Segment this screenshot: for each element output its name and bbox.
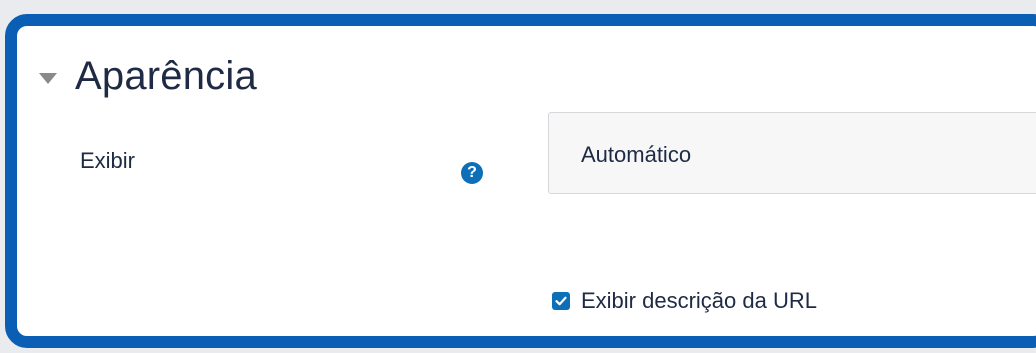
appearance-panel: Aparência Exibir ? Automático Exibir des… [5,14,1036,348]
section-toggle[interactable]: Aparência [39,54,257,99]
display-select-value: Automático [581,142,692,167]
display-field-label: Exibir [80,148,136,173]
caret-down-icon[interactable] [39,73,57,84]
display-select[interactable]: Automático [548,112,1036,194]
show-description-label: Exibir descrição da URL [581,288,817,313]
section-title: Aparência [75,54,257,98]
show-description-checkbox[interactable] [552,292,570,310]
show-description-option[interactable]: Exibir descrição da URL [552,288,817,314]
question-circle-icon[interactable]: ? [461,162,483,184]
checkmark-icon [555,296,567,306]
